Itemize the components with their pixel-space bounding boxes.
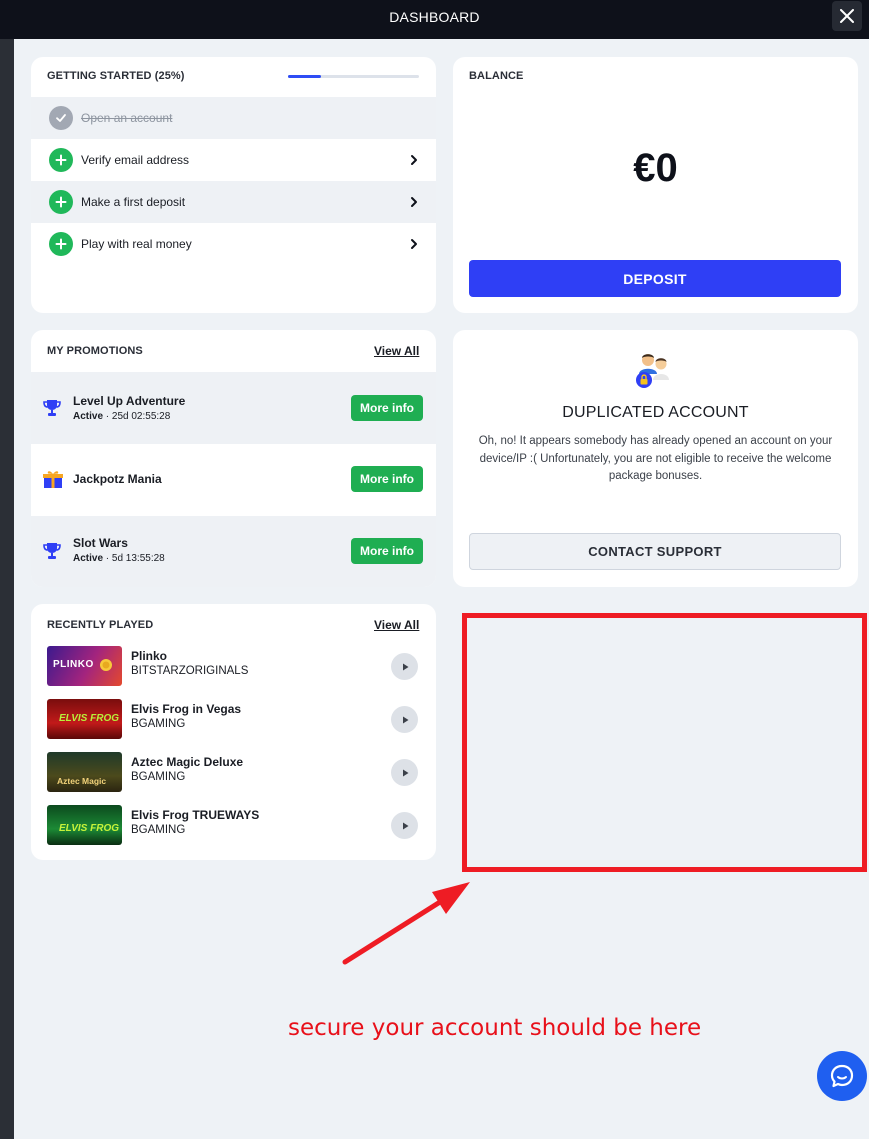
coin-icon [100, 659, 112, 671]
recently-played-card: RECENTLY PLAYED View All PLINKO Plinko B… [31, 604, 436, 860]
game-provider: BGAMING [131, 824, 186, 836]
check-icon [49, 106, 73, 130]
duplicated-account-title: DUPLICATED ACCOUNT [562, 404, 749, 421]
game-provider: BGAMING [131, 771, 186, 783]
game-thumbnail[interactable]: ELVIS FROG [47, 805, 122, 845]
game-thumbnail[interactable]: PLINKO [47, 646, 122, 686]
game-name: Aztec Magic Deluxe [131, 755, 244, 769]
game-provider: BGAMING [131, 718, 186, 730]
step-verify-email[interactable]: Verify email address [31, 139, 436, 181]
step-real-money[interactable]: Play with real money [31, 223, 436, 265]
promotion-item: Slot Wars Active · 5d 13:55:28 More info [31, 516, 436, 587]
promotion-item: Jackpotz Mania More info [31, 444, 436, 516]
game-item[interactable]: ELVIS FROG Elvis Frog in Vegas BGAMING [47, 699, 421, 740]
chevron-right-icon [411, 155, 417, 165]
balance-amount: €0 [633, 146, 678, 190]
game-name: Elvis Frog TRUEWAYS [131, 808, 260, 822]
chevron-right-icon [411, 239, 417, 249]
thumbnail-label: Aztec Magic [57, 776, 107, 786]
page-title: DASHBOARD [389, 9, 480, 25]
step-first-deposit[interactable]: Make a first deposit [31, 181, 436, 223]
contact-support-button[interactable]: CONTACT SUPPORT [469, 533, 841, 570]
game-thumbnail[interactable]: ELVIS FROG [47, 699, 122, 739]
promotion-title: Jackpotz Mania [73, 472, 162, 486]
play-button[interactable] [391, 706, 418, 733]
play-icon [402, 822, 408, 829]
promotion-title: Slot Wars [73, 536, 128, 550]
thumbnail-label: ELVIS FROG [59, 713, 120, 724]
plus-icon [49, 190, 73, 214]
game-name: Plinko [131, 649, 168, 663]
getting-started-progress [288, 75, 419, 78]
more-info-button[interactable]: More info [351, 538, 423, 564]
play-icon [402, 716, 408, 723]
promotion-status: Active · 25d 02:55:28 [73, 411, 171, 422]
play-icon [402, 769, 408, 776]
duplicated-account-card: DUPLICATED ACCOUNT Oh, no! It appears so… [453, 330, 858, 587]
annotation-highlight-box [462, 613, 867, 872]
balance-card: BALANCE €0 DEPOSIT [453, 57, 858, 313]
left-backdrop-strip [0, 0, 14, 1139]
promotions-title: MY PROMOTIONS [47, 345, 143, 357]
play-button[interactable] [391, 759, 418, 786]
game-item[interactable]: PLINKO Plinko BITSTARZORIGINALS [47, 646, 421, 687]
thumbnail-label: PLINKO [53, 659, 94, 670]
step-open-account: Open an account [31, 97, 436, 139]
promotion-status: Active · 5d 13:55:28 [73, 553, 165, 564]
play-icon [402, 663, 408, 670]
plus-icon [49, 148, 73, 172]
close-button[interactable] [832, 1, 862, 31]
promotions-card: MY PROMOTIONS View All Level Up Adventur… [31, 330, 436, 587]
chat-button[interactable] [817, 1051, 867, 1101]
step-label: Make a first deposit [81, 195, 186, 209]
more-info-button[interactable]: More info [351, 395, 423, 421]
progress-fill [288, 75, 321, 78]
duplicated-account-message: Oh, no! It appears somebody has already … [478, 435, 833, 482]
recently-played-view-all-link[interactable]: View All [374, 618, 419, 632]
annotation-text: secure your account should be here [288, 1015, 702, 1041]
gift-icon [43, 471, 63, 488]
plus-icon [49, 232, 73, 256]
trophy-icon [43, 400, 61, 416]
chevron-right-icon [411, 197, 417, 207]
game-item[interactable]: ELVIS FROG Elvis Frog TRUEWAYS BGAMING [47, 805, 421, 846]
getting-started-title: GETTING STARTED (25%) [47, 70, 185, 82]
recently-played-title: RECENTLY PLAYED [47, 619, 154, 631]
deposit-button[interactable]: DEPOSIT [469, 260, 841, 297]
balance-title: BALANCE [469, 70, 524, 82]
game-item[interactable]: Aztec Magic Aztec Magic Deluxe BGAMING [47, 752, 421, 793]
promotion-item: Level Up Adventure Active · 25d 02:55:28… [31, 372, 436, 444]
step-label: Verify email address [81, 153, 190, 167]
promotions-view-all-link[interactable]: View All [374, 344, 419, 358]
promotion-title: Level Up Adventure [73, 394, 186, 408]
thumbnail-label: ELVIS FROG [59, 823, 120, 834]
step-label: Open an account [81, 111, 173, 125]
play-button[interactable] [391, 812, 418, 839]
top-bar: DASHBOARD [0, 0, 869, 39]
step-label: Play with real money [81, 237, 192, 251]
chat-icon [830, 1064, 854, 1088]
trophy-icon [43, 543, 61, 559]
getting-started-card: GETTING STARTED (25%) Open an account Ve… [31, 57, 436, 313]
game-thumbnail[interactable]: Aztec Magic [47, 752, 122, 792]
play-button[interactable] [391, 653, 418, 680]
game-provider: BITSTARZORIGINALS [131, 665, 249, 677]
users-lock-icon [636, 354, 669, 388]
game-name: Elvis Frog in Vegas [131, 702, 242, 716]
close-icon [840, 9, 854, 23]
more-info-button[interactable]: More info [351, 466, 423, 492]
